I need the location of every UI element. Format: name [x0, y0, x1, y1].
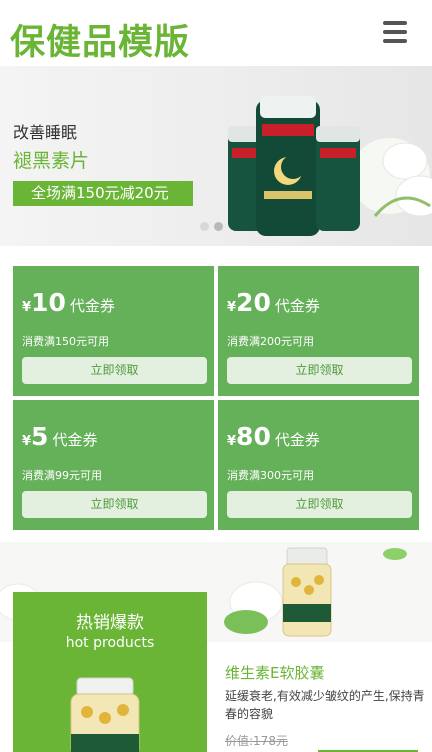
coupon-amount: ¥20 代金券 [227, 288, 320, 317]
coupon-section: ¥10 代金券 消费满150元可用 立即领取 ¥20 代金券 消费满200元可用 立… [0, 254, 432, 538]
capsule-jar-image [70, 677, 140, 752]
hero-banner[interactable]: 改善睡眠 褪黑素片 全场满150元减20元 [0, 66, 432, 246]
product-price: 价值:178元 [225, 734, 288, 748]
coupon-amount: ¥5 代金券 [22, 422, 98, 451]
coupon-condition: 消费满150元可用 [22, 335, 109, 348]
coupon-card: ¥10 代金券 消费满150元可用 立即领取 [13, 266, 214, 396]
product-description: 延缓衰老,有效减少皱纹的产生,保持青春的容貌 [225, 689, 425, 721]
product-name[interactable]: 维生素E软胶囊 [225, 662, 324, 683]
hot-products-banner[interactable]: 热销爆款 hot products [13, 592, 207, 752]
hot-products-section: 热销爆款 hot products 维生素E软胶囊 延缓衰老,有效减少皱纹的产生… [0, 542, 432, 752]
coupon-card: ¥80 代金券 消费满300元可用 立即领取 [218, 400, 419, 530]
carousel-dots [200, 216, 228, 235]
carousel-dot-active[interactable] [214, 222, 223, 231]
banner-title: 褪黑素片 [13, 150, 90, 172]
coupon-amount: ¥10 代金券 [22, 288, 115, 317]
menu-icon[interactable] [383, 21, 407, 43]
melatonin-bottles-image [228, 96, 432, 236]
banner-promo-badge: 全场满150元减20元 [13, 181, 193, 206]
banner-subtitle: 改善睡眠 [13, 123, 78, 142]
coupon-amount: ¥80 代金券 [227, 422, 320, 451]
coupon-condition: 消费满200元可用 [227, 335, 314, 348]
claim-coupon-button[interactable]: 立即领取 [22, 357, 207, 384]
hot-title: 热销爆款 [76, 613, 144, 633]
claim-coupon-button[interactable]: 立即领取 [227, 357, 412, 384]
site-logo[interactable]: 保健品模版 [10, 14, 190, 65]
coupon-card: ¥5 代金券 消费满99元可用 立即领取 [13, 400, 214, 530]
hot-subtitle: hot products [65, 635, 155, 651]
carousel-dot[interactable] [200, 222, 209, 231]
coupon-card: ¥20 代金券 消费满200元可用 立即领取 [218, 266, 419, 396]
header: 保健品模版 [0, 0, 432, 66]
coupon-condition: 消费满99元可用 [22, 469, 102, 482]
claim-coupon-button[interactable]: 立即领取 [227, 491, 412, 518]
claim-coupon-button[interactable]: 立即领取 [22, 491, 207, 518]
vitamin-e-jar-image [282, 547, 332, 637]
coupon-condition: 消费满300元可用 [227, 469, 314, 482]
